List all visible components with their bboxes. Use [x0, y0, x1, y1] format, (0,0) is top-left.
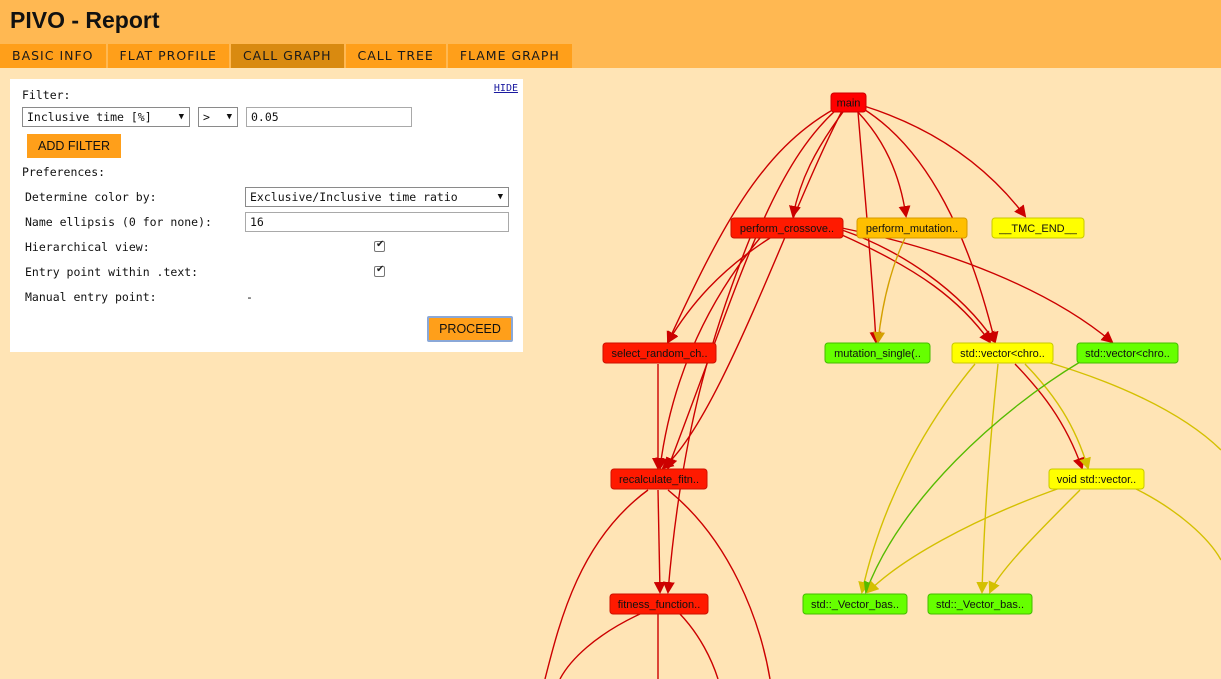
- settings-panel: HIDE Filter: Inclusive time [%] ▼ > ▼ 0.…: [10, 79, 523, 352]
- edge: [789, 111, 844, 218]
- node-label: perform_mutation..: [866, 223, 958, 235]
- graph-node-mutation-single[interactable]: mutation_single(..: [824, 342, 931, 364]
- edge: [666, 237, 771, 344]
- edge: [873, 237, 906, 344]
- filter-operator-value: >: [203, 110, 210, 124]
- hierarchical-view-checkbox[interactable]: [374, 239, 385, 252]
- edge: [679, 613, 719, 679]
- graph-node-perform-mutation[interactable]: perform_mutation..: [856, 217, 968, 239]
- manual-entry-value: -: [246, 290, 253, 304]
- app-title: PIVO - Report: [10, 7, 160, 33]
- node-label: std::vector<chro..: [1085, 348, 1170, 360]
- filter-operator-select[interactable]: > ▼: [198, 107, 238, 127]
- graph-node-perform-crossover[interactable]: perform_crossove..: [730, 217, 844, 239]
- edge: [544, 489, 649, 679]
- hierarchical-view-label: Hierarchical view:: [25, 240, 150, 254]
- node-label: recalculate_fitn..: [619, 474, 699, 486]
- edge: [863, 361, 1081, 594]
- tab-basic-info[interactable]: BASIC INFO: [0, 44, 106, 68]
- name-ellipsis-input[interactable]: 16: [245, 212, 509, 232]
- color-by-label: Determine color by:: [25, 190, 157, 204]
- node-label: select_random_ch..: [612, 348, 708, 360]
- manual-entry-label: Manual entry point:: [25, 290, 157, 304]
- edge: [1024, 363, 1091, 470]
- tab-flame-graph[interactable]: FLAME GRAPH: [447, 44, 572, 68]
- node-label: main: [837, 98, 861, 110]
- chevron-down-icon: ▼: [497, 192, 503, 202]
- graph-edges: [544, 105, 1221, 679]
- edge: [976, 363, 999, 594]
- color-by-value: Exclusive/Inclusive time ratio: [250, 190, 458, 204]
- edge: [559, 613, 641, 679]
- node-label: mutation_single(..: [834, 348, 921, 360]
- edge: [866, 487, 1061, 594]
- proceed-button[interactable]: PROCEED: [427, 316, 513, 342]
- edge: [662, 237, 751, 594]
- edge: [855, 109, 911, 218]
- chevron-down-icon: ▼: [226, 112, 232, 122]
- edge: [661, 110, 843, 470]
- graph-nodes: main perform_crossove.. perform_mutation…: [602, 92, 1179, 615]
- tab-call-tree[interactable]: CALL TREE: [345, 44, 446, 68]
- node-label: std::_Vector_bas..: [936, 599, 1024, 611]
- filter-metric-value: Inclusive time [%]: [27, 110, 152, 124]
- graph-node-tmc-end[interactable]: __TMC_END__: [991, 217, 1085, 239]
- edge: [841, 234, 992, 344]
- chevron-down-icon: ▼: [178, 112, 184, 122]
- filter-metric-select[interactable]: Inclusive time [%] ▼: [22, 107, 190, 127]
- edge: [858, 363, 976, 594]
- tab-call-graph[interactable]: CALL GRAPH: [230, 44, 344, 68]
- node-label: std::vector<chro..: [960, 348, 1045, 360]
- graph-node-vector-base-2[interactable]: std::_Vector_bas..: [927, 593, 1033, 615]
- preferences-heading: Preferences:: [22, 165, 106, 179]
- edge: [988, 489, 1081, 594]
- node-label: void std::vector..: [1057, 474, 1136, 486]
- graph-node-vector-chro-green[interactable]: std::vector<chro..: [1076, 342, 1179, 364]
- filter-value-input[interactable]: 0.05: [246, 107, 412, 127]
- graph-node-vector-base-1[interactable]: std::_Vector_bas..: [802, 593, 908, 615]
- edge: [1129, 485, 1221, 561]
- edge: [841, 229, 997, 344]
- graph-node-recalculate-fitness[interactable]: recalculate_fitn..: [610, 468, 708, 490]
- edge: [653, 489, 666, 594]
- graph-node-vector-chro-yellow[interactable]: std::vector<chro..: [951, 342, 1054, 364]
- node-label: perform_crossove..: [740, 223, 834, 235]
- edge: [863, 105, 1027, 218]
- tab-flat-profile[interactable]: FLAT PROFILE: [107, 44, 229, 68]
- hide-link[interactable]: HIDE: [494, 83, 518, 94]
- add-filter-button[interactable]: ADD FILTER: [27, 134, 121, 158]
- graph-node-fitness-function[interactable]: fitness_function..: [609, 593, 709, 615]
- name-ellipsis-label: Name ellipsis (0 for none):: [25, 215, 212, 229]
- graph-node-select-random[interactable]: select_random_ch..: [602, 342, 717, 364]
- entry-point-text-label: Entry point within .text:: [25, 265, 199, 279]
- edge: [667, 489, 771, 679]
- node-label: __TMC_END__: [998, 223, 1078, 235]
- node-label: std::_Vector_bas..: [811, 599, 899, 611]
- node-label: fitness_function..: [618, 599, 701, 611]
- tab-bar: BASIC INFO FLAT PROFILE CALL GRAPH CALL …: [0, 44, 574, 68]
- edge: [665, 109, 837, 470]
- filter-heading: Filter:: [22, 88, 71, 102]
- edge: [1039, 359, 1221, 451]
- color-by-select[interactable]: Exclusive/Inclusive time ratio ▼: [245, 187, 509, 207]
- entry-point-text-checkbox[interactable]: [374, 264, 385, 277]
- graph-node-main[interactable]: main: [830, 92, 867, 113]
- edge: [841, 227, 1114, 344]
- graph-node-void-std-vector[interactable]: void std::vector..: [1048, 468, 1145, 490]
- app-header: PIVO - Report BASIC INFO FLAT PROFILE CA…: [0, 0, 1221, 68]
- edge: [1014, 363, 1085, 470]
